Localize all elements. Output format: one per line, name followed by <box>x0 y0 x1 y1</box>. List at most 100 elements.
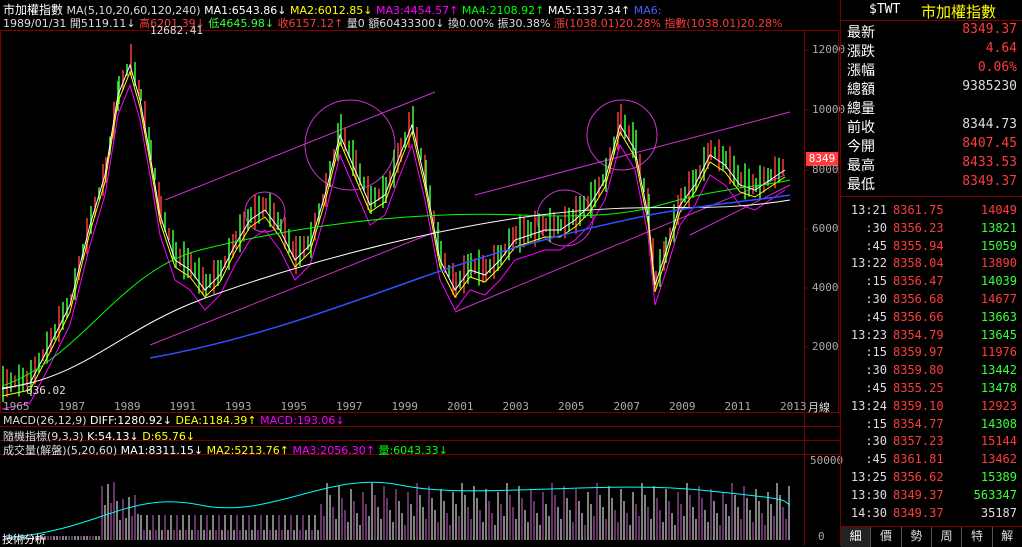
tick-price: 8356.66 <box>893 309 944 324</box>
macd-label: MACD(26,12,9) <box>3 414 87 427</box>
xtick-2003: 2003 <box>502 400 530 413</box>
tick-time: :30 <box>865 292 887 306</box>
tick-time: :45 <box>865 452 887 467</box>
quote-symbol: $TWT <box>869 2 901 17</box>
tick-volume: 13462 <box>980 452 1017 467</box>
technical-analysis-label[interactable]: 技術分析 <box>2 531 46 547</box>
volume-label: 成交量(解盤)(5,20,60) <box>3 444 118 457</box>
tick-row: :45 8355.25 13478 <box>841 381 1022 399</box>
tick-time: :45 <box>865 238 887 253</box>
xtick-1991: 1991 <box>169 400 197 413</box>
xtick-1995: 1995 <box>280 400 308 413</box>
xtick-2011: 2011 <box>724 400 752 413</box>
tick-price: 8356.47 <box>893 274 944 289</box>
stat-value: 8407.45 <box>962 136 1017 151</box>
tick-price: 8349.37 <box>893 487 944 502</box>
stat-label: 總額 <box>847 82 875 98</box>
tab-5[interactable]: 解 <box>993 527 1022 547</box>
tick-row: 13:22 8358.04 13890 <box>841 256 1022 274</box>
tick-time: :15 <box>865 345 887 360</box>
tick-volume: 15144 <box>980 434 1017 449</box>
tick-row: :30 8359.80 13442 <box>841 363 1022 381</box>
stat-row: 漲幅 0.06% <box>841 60 1022 79</box>
tick-volume: 15389 <box>980 470 1017 484</box>
xtick-2013: 2013 <box>780 400 807 413</box>
tick-row: :45 8356.66 13663 <box>841 310 1022 328</box>
tab-2[interactable]: 勢 <box>902 527 932 547</box>
macd-dea: DEA:1184.39↑ <box>175 414 257 427</box>
tick-price: 8349.37 <box>893 505 944 520</box>
tick-volume: 13478 <box>980 381 1017 395</box>
tab-3[interactable]: 周 <box>932 527 963 547</box>
volume-ytick-zero: 0 <box>818 530 825 543</box>
macd-diff: DIFF:1280.92↓ <box>90 414 172 427</box>
stat-row: 最高 8433.53 <box>841 155 1022 174</box>
xtick-1989: 1989 <box>114 400 141 413</box>
tick-volume: 15059 <box>980 238 1017 253</box>
tick-volume: 563347 <box>973 487 1017 502</box>
low-label: 636.02 <box>26 384 66 397</box>
quote-name: 市加權指數 <box>921 3 997 21</box>
price-chart[interactable] <box>0 0 840 546</box>
tick-time: :30 <box>865 434 887 449</box>
tick-row: 13:21 8361.75 14049 <box>841 203 1022 221</box>
stat-value: 8433.53 <box>962 155 1017 170</box>
tick-volume: 13663 <box>980 309 1017 324</box>
chart-area[interactable]: 市加權指數 MA(5,10,20,60,120,240) MA1:6543.86… <box>0 0 845 547</box>
tick-row: 13:23 8354.79 13645 <box>841 328 1022 346</box>
pattern-circle <box>304 99 396 191</box>
tick-time: :15 <box>865 274 887 289</box>
xtick-1993: 1993 <box>225 400 252 413</box>
tick-price: 8359.80 <box>893 363 944 378</box>
tab-1[interactable]: 價 <box>871 527 902 547</box>
quote-tabs: 細價勢周特解 <box>841 526 1022 547</box>
tick-price: 8355.94 <box>893 238 944 253</box>
stat-value: 9385230 <box>962 79 1017 94</box>
tick-price: 8356.23 <box>893 220 944 235</box>
tick-time: :45 <box>865 381 887 395</box>
tick-time: :30 <box>865 220 887 235</box>
tick-price: 8354.77 <box>893 416 944 431</box>
stat-row: 今開 8407.45 <box>841 136 1022 155</box>
quote-header: $TWT 市加權指數 <box>841 0 1022 21</box>
price-ytick-4: 4000 <box>812 281 839 294</box>
stat-label: 漲幅 <box>847 63 875 79</box>
tick-time: 13:21 <box>850 203 887 217</box>
tick-time: :30 <box>865 363 887 378</box>
tick-time: 13:24 <box>850 398 887 413</box>
tick-volume: 14308 <box>980 416 1017 431</box>
xtick-1965: 1965 <box>3 400 30 413</box>
tick-volume: 13442 <box>980 363 1017 378</box>
tick-volume: 14677 <box>980 292 1017 306</box>
trend-lines <box>149 91 791 346</box>
period-label[interactable]: 月線 <box>808 399 830 415</box>
xtick-2005: 2005 <box>558 400 585 413</box>
xtick-2001: 2001 <box>447 400 474 413</box>
tab-0[interactable]: 細 <box>841 527 872 547</box>
tick-volume: 13890 <box>980 256 1017 271</box>
tick-price: 8358.04 <box>893 256 944 271</box>
stat-value: 8349.37 <box>962 174 1017 189</box>
stat-label: 最新 <box>847 25 875 41</box>
tick-row: :15 8354.77 14308 <box>841 417 1022 435</box>
tick-volume: 13645 <box>980 327 1017 342</box>
tick-price: 8354.79 <box>893 327 944 342</box>
stat-label: 漲跌 <box>847 44 875 60</box>
tick-volume: 11976 <box>980 345 1017 360</box>
stat-label: 前收 <box>847 120 875 136</box>
tick-price: 8359.97 <box>893 345 944 360</box>
stat-row: 總額 9385230 <box>841 79 1022 98</box>
macd-value: MACD:193.06↓ <box>260 414 345 427</box>
xtick-2009: 2009 <box>669 400 696 413</box>
stat-label: 總量 <box>847 101 875 117</box>
xtick-1999: 1999 <box>391 400 419 413</box>
volume-ytick-high: 50000 <box>810 454 844 467</box>
tick-row: 13:25 8356.62 15389 <box>841 470 1022 488</box>
tab-4[interactable]: 特 <box>962 527 993 547</box>
stats-divider <box>841 196 1022 197</box>
stat-row: 前收 8344.73 <box>841 117 1022 136</box>
volume-ma3: MA3:2056.30↑ <box>292 444 375 457</box>
tick-volume: 14039 <box>980 274 1017 289</box>
stat-value: 8344.73 <box>962 117 1017 132</box>
tick-time: 14:30 <box>850 505 887 520</box>
